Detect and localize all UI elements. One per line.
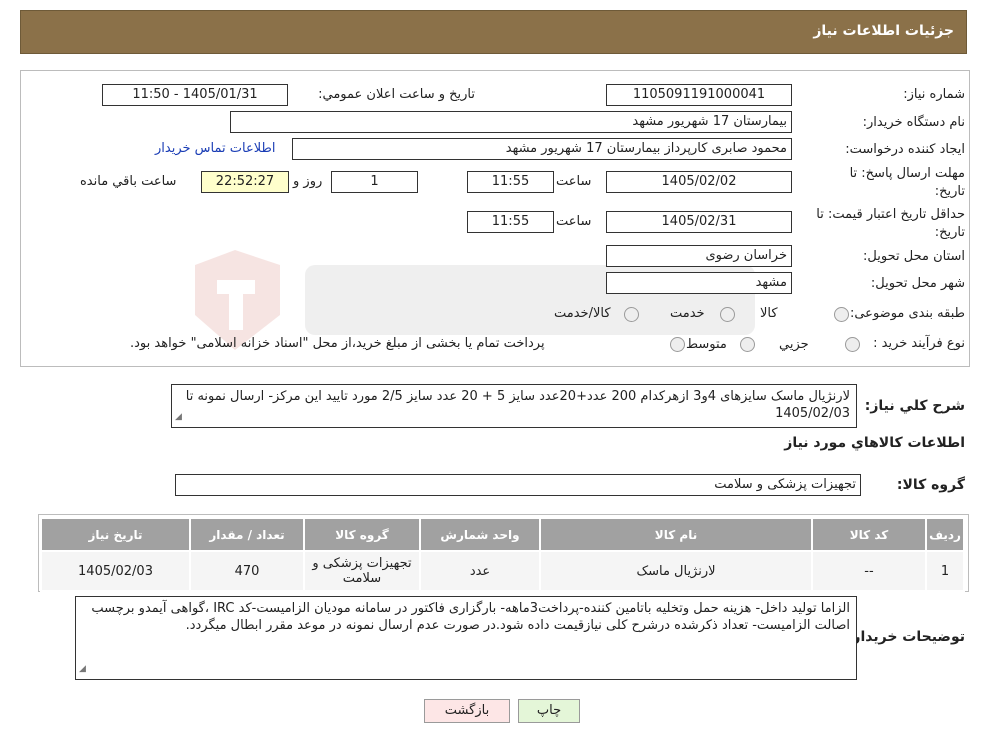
days-label: روز و <box>293 174 323 189</box>
buyer-notes-text: الزاما تولید داخل- هزینه حمل وتخلیه باتا… <box>91 601 850 633</box>
city-label: شهر محل تحویل: <box>870 276 965 291</box>
creator-label: ایجاد کننده درخواست: <box>845 142 965 157</box>
col-header-need-date: تاریخ نیاز <box>40 517 191 552</box>
process-radio-medium[interactable] <box>740 337 755 352</box>
items-table: ردیف کد کالا نام کالا واحد شمارش گروه کا… <box>40 517 965 592</box>
print-button[interactable]: چاپ <box>518 699 580 723</box>
resize-grip-icon[interactable]: ◢ <box>175 409 182 426</box>
need-number-label: شماره نیاز: <box>903 87 965 102</box>
announce-field[interactable]: 1405/01/31 - 11:50 <box>102 84 288 106</box>
col-header-name: نام کالا <box>539 517 813 552</box>
goods-group-label: گروه کالا: <box>896 477 965 493</box>
validity-date-field[interactable]: 1405/02/31 <box>606 211 792 233</box>
summary-textarea[interactable]: لارنژیال ماسک سایزهای 4و3 ازهرکدام 200 ع… <box>171 384 857 428</box>
items-table-header: ردیف کد کالا نام کالا واحد شمارش گروه کا… <box>40 517 965 552</box>
goods-info-title: اطلاعات کالاهاي مورد نیاز <box>784 435 965 451</box>
col-header-quantity: تعداد / مقدار <box>189 517 305 552</box>
creator-field[interactable]: محمود صابری کارپرداز بیمارستان 17 شهریور… <box>292 138 792 160</box>
cell-group: تجهیزات پزشکی و سلامت <box>303 550 421 592</box>
province-label: استان محل تحویل: <box>863 249 965 264</box>
buyer-contact-link[interactable]: اطلاعات تماس خریدار <box>155 141 275 156</box>
process-radio-treasury[interactable] <box>670 337 685 352</box>
validity-label-2: تاریخ: <box>934 225 965 240</box>
category-option-goods: کالا <box>760 306 778 321</box>
page-title: جزئیات اطلاعات نیاز <box>813 23 954 39</box>
need-number-field[interactable]: 1105091191000041 <box>606 84 792 106</box>
category-radio-goods-service[interactable] <box>624 307 639 322</box>
buyer-notes-textarea[interactable]: الزاما تولید داخل- هزینه حمل وتخلیه باتا… <box>75 596 857 680</box>
deadline-label: مهلت ارسال پاسخ: تا <box>849 166 965 181</box>
province-field[interactable]: خراسان رضوی <box>606 245 792 267</box>
remaining-label: ساعت باقي مانده <box>80 174 177 189</box>
category-radio-service[interactable] <box>720 307 735 322</box>
deadline-label-2: تاریخ: <box>934 184 965 199</box>
category-option-goods-service: کالا/خدمت <box>554 306 611 321</box>
process-radio-partial[interactable] <box>845 337 860 352</box>
resize-grip-icon[interactable]: ◢ <box>79 661 86 678</box>
validity-time-label: ساعت <box>556 214 592 229</box>
validity-label: حداقل تاریخ اعتبار قیمت: تا <box>816 207 965 222</box>
remaining-time-field: 22:52:27 <box>201 171 289 193</box>
validity-time-field[interactable]: 11:55 <box>467 211 554 233</box>
cell-name: لارنژیال ماسک <box>539 550 813 592</box>
process-option-partial: جزیي <box>779 337 809 352</box>
cell-need-date: 1405/02/03 <box>40 550 191 592</box>
buyer-org-label: نام دستگاه خریدار: <box>862 115 965 130</box>
buyer-notes-label: توضیحات خریدار: <box>846 629 965 645</box>
process-label: نوع فرآیند خرید : <box>873 336 965 351</box>
cell-quantity: 470 <box>189 550 305 592</box>
process-option-medium: متوسط <box>686 337 727 352</box>
deadline-time-field[interactable]: 11:55 <box>467 171 554 193</box>
deadline-date-field[interactable]: 1405/02/02 <box>606 171 792 193</box>
goods-group-field[interactable]: تجهیزات پزشکی و سلامت <box>175 474 861 496</box>
announce-label: تاریخ و ساعت اعلان عمومي: <box>318 87 475 102</box>
table-row[interactable]: 1 -- لارنژیال ماسک عدد تجهیزات پزشکی و س… <box>40 550 965 592</box>
city-field[interactable]: مشهد <box>606 272 792 294</box>
col-header-code: کد کالا <box>811 517 927 552</box>
page-header: جزئیات اطلاعات نیاز <box>20 10 967 54</box>
process-note: پرداخت تمام یا بخشی از مبلغ خرید،از محل … <box>130 336 545 351</box>
cell-unit: عدد <box>419 550 541 592</box>
deadline-time-label: ساعت <box>556 174 592 189</box>
col-header-group: گروه کالا <box>303 517 421 552</box>
col-header-row: ردیف <box>925 517 965 552</box>
summary-text: لارنژیال ماسک سایزهای 4و3 ازهرکدام 200 ع… <box>185 389 850 421</box>
days-field[interactable]: 1 <box>331 171 418 193</box>
buyer-org-field[interactable]: بیمارستان 17 شهریور مشهد <box>230 111 792 133</box>
category-option-service: خدمت <box>670 306 705 321</box>
cell-code: -- <box>811 550 927 592</box>
category-radio-goods[interactable] <box>834 307 849 322</box>
cell-row: 1 <box>925 550 965 592</box>
category-label: طبقه بندی موضوعی: <box>849 306 965 321</box>
back-button[interactable]: بازگشت <box>424 699 510 723</box>
summary-label: شرح کلي نیاز: <box>864 398 965 414</box>
col-header-unit: واحد شمارش <box>419 517 541 552</box>
